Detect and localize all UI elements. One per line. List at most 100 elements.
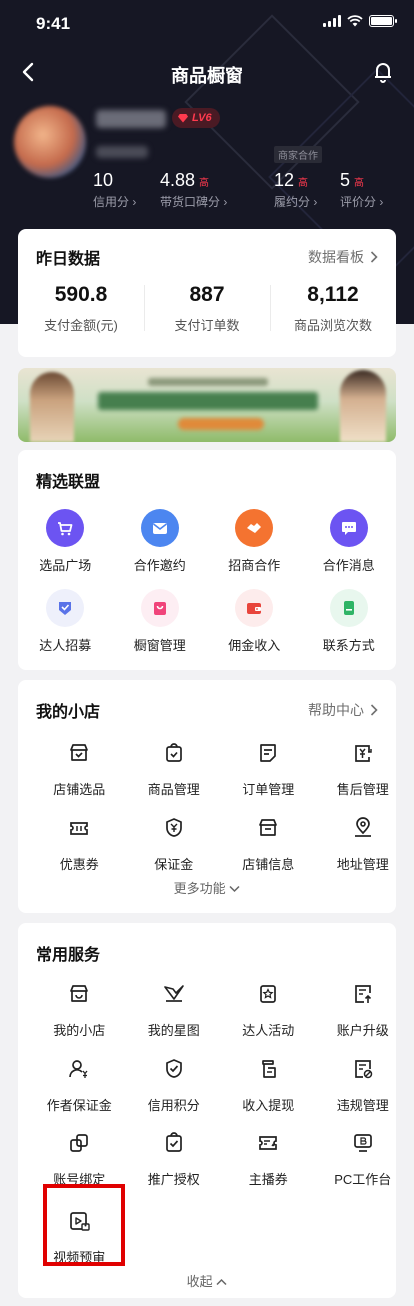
withdraw-icon: [262, 1060, 277, 1078]
metric-review[interactable]: 5高 评价分 ›: [340, 170, 383, 210]
alliance-item-selection-square[interactable]: 选品广场: [18, 509, 113, 574]
shop-item-coupon[interactable]: 优惠券: [32, 815, 127, 873]
pc-icon: [353, 1134, 372, 1152]
metric-label: 带货口碑分 ›: [160, 195, 228, 209]
metric-label: 信用分 ›: [93, 195, 137, 209]
metric-value: 12: [274, 170, 295, 190]
more-functions-button[interactable]: 更多功能: [18, 878, 396, 897]
stat-label: 支付订单数: [174, 318, 240, 333]
shop-item-store-info[interactable]: 店铺信息: [221, 815, 316, 873]
stat-order-count[interactable]: 887 支付订单数: [144, 283, 270, 334]
data-dashboard-link[interactable]: 数据看板: [308, 247, 378, 267]
item-label: 店铺信息: [242, 857, 295, 872]
alliance-item-merchant-cooperation[interactable]: 招商合作: [207, 509, 302, 574]
signal-icon: [323, 15, 341, 27]
level-badge: LV6: [172, 108, 220, 128]
item-label: 保证金: [154, 857, 194, 872]
bind-icon: [70, 1134, 89, 1152]
service-item-credit-points[interactable]: 信用积分: [127, 1056, 222, 1114]
shop-item-goods-manage[interactable]: 商品管理: [127, 740, 222, 798]
store-info-icon: [259, 819, 278, 836]
shop-item-deposit[interactable]: 保证金: [127, 815, 222, 873]
promo-banner[interactable]: [18, 368, 396, 442]
metric-high-badge: 高: [298, 178, 309, 189]
author-deposit-icon: [69, 1060, 88, 1078]
deposit-icon: [165, 818, 182, 837]
help-center-link[interactable]: 帮助中心: [308, 700, 378, 720]
wallet-icon: [235, 589, 274, 627]
item-label: 招商合作: [228, 558, 281, 573]
shop-cooperation-tag: 商家合作: [274, 146, 322, 163]
shop-item-address[interactable]: 地址管理: [316, 815, 411, 873]
service-item-account-upgrade[interactable]: 账户升级: [316, 981, 411, 1039]
service-item-withdraw[interactable]: 收入提现: [221, 1056, 316, 1114]
alliance-item-window-manage[interactable]: 橱窗管理: [113, 589, 208, 654]
shop-item-store-select[interactable]: 店铺选品: [32, 740, 127, 798]
stat-value: 8,112: [307, 283, 359, 306]
item-label: 账户升级: [336, 1023, 389, 1038]
item-label: 商品管理: [147, 782, 200, 797]
metric-credit[interactable]: 10 信用分 ›: [93, 170, 136, 210]
my-shop-card: 我的小店 帮助中心 店铺选品 商品管理 订单管理 售后管理 优惠券 保证金 店铺…: [18, 680, 396, 913]
service-item-my-shop[interactable]: 我的小店: [32, 981, 127, 1039]
service-item-account-bind[interactable]: 账号绑定: [32, 1130, 127, 1188]
bell-icon[interactable]: [372, 60, 394, 84]
nav-bar: 商品橱窗: [0, 50, 414, 94]
stat-label: 支付金额(元): [44, 318, 118, 333]
chevron-right-icon: [370, 251, 378, 263]
service-item-star-map[interactable]: 我的星图: [127, 981, 222, 1039]
alliance-item-talent-recruit[interactable]: 达人招募: [18, 589, 113, 654]
service-item-promotion-auth[interactable]: 推广授权: [127, 1130, 222, 1188]
username-blurred: [96, 110, 166, 128]
credit-icon: [165, 1059, 182, 1078]
metric-value: 10: [93, 170, 114, 190]
stat-label: 商品浏览次数: [293, 318, 372, 333]
service-item-violation[interactable]: 违规管理: [316, 1056, 411, 1114]
alliance-item-invitation[interactable]: 合作邀约: [113, 509, 208, 574]
item-label: 违规管理: [336, 1098, 389, 1113]
collapse-button[interactable]: 收起: [18, 1271, 396, 1290]
shop-item-after-sale[interactable]: 售后管理: [316, 740, 411, 798]
item-label: 售后管理: [336, 782, 389, 797]
item-label: 合作消息: [322, 558, 375, 573]
banner-text-blurred: [148, 378, 268, 386]
item-label: 我的星图: [147, 1023, 200, 1038]
service-item-pc-workbench[interactable]: PC工作台: [316, 1130, 411, 1188]
metric-high-badge: 高: [354, 178, 365, 189]
shop-item-order-manage[interactable]: 订单管理: [221, 740, 316, 798]
handshake-icon: [235, 509, 274, 547]
status-time: 9:41: [36, 14, 71, 33]
stat-value: 590.8: [54, 283, 108, 306]
item-label: 佣金收入: [228, 638, 281, 653]
coupon-icon: [70, 822, 89, 835]
metric-fulfillment[interactable]: 12 高 履约分 ›: [274, 170, 317, 210]
item-label: 店铺选品: [53, 782, 106, 797]
yesterday-data-card: 昨日数据 数据看板 590.8 支付金额(元) 887 支付订单数 8,112 商品浏…: [18, 229, 396, 357]
metric-reputation[interactable]: 4.88 高 带货口碑分 ›: [160, 170, 227, 210]
service-item-author-deposit[interactable]: 作者保证金: [32, 1056, 127, 1114]
mail-icon: [140, 509, 179, 547]
avatar[interactable]: [14, 106, 86, 178]
service-item-talent-activity[interactable]: 达人活动: [221, 981, 316, 1039]
stat-views[interactable]: 8,112 商品浏览次数: [270, 283, 396, 334]
authorize-icon: [165, 1132, 182, 1152]
card-title: 我的小店: [36, 704, 101, 721]
store-icon: [70, 985, 89, 1002]
chevron-right-icon: [370, 704, 378, 716]
metric-value: 4.88: [160, 170, 196, 190]
alliance-item-contact[interactable]: 联系方式: [302, 589, 397, 654]
alliance-item-cooperation-message[interactable]: 合作消息: [302, 509, 397, 574]
after-sale-icon: [354, 745, 372, 762]
item-label: 合作邀约: [133, 558, 186, 573]
service-item-anchor-coupon[interactable]: 主播券: [221, 1130, 316, 1188]
cart-icon: [46, 509, 85, 547]
stat-value: 887: [189, 283, 225, 306]
alliance-item-commission[interactable]: 佣金收入: [207, 589, 302, 654]
item-label: 选品广场: [39, 558, 92, 573]
item-label: 推广授权: [147, 1172, 200, 1187]
card-title: 昨日数据: [36, 251, 101, 268]
more-label: 更多功能: [173, 881, 226, 896]
star-map-icon: [163, 985, 184, 1002]
stat-payment-amount[interactable]: 590.8 支付金额(元): [18, 283, 144, 334]
link-label: 帮助中心: [308, 702, 364, 718]
